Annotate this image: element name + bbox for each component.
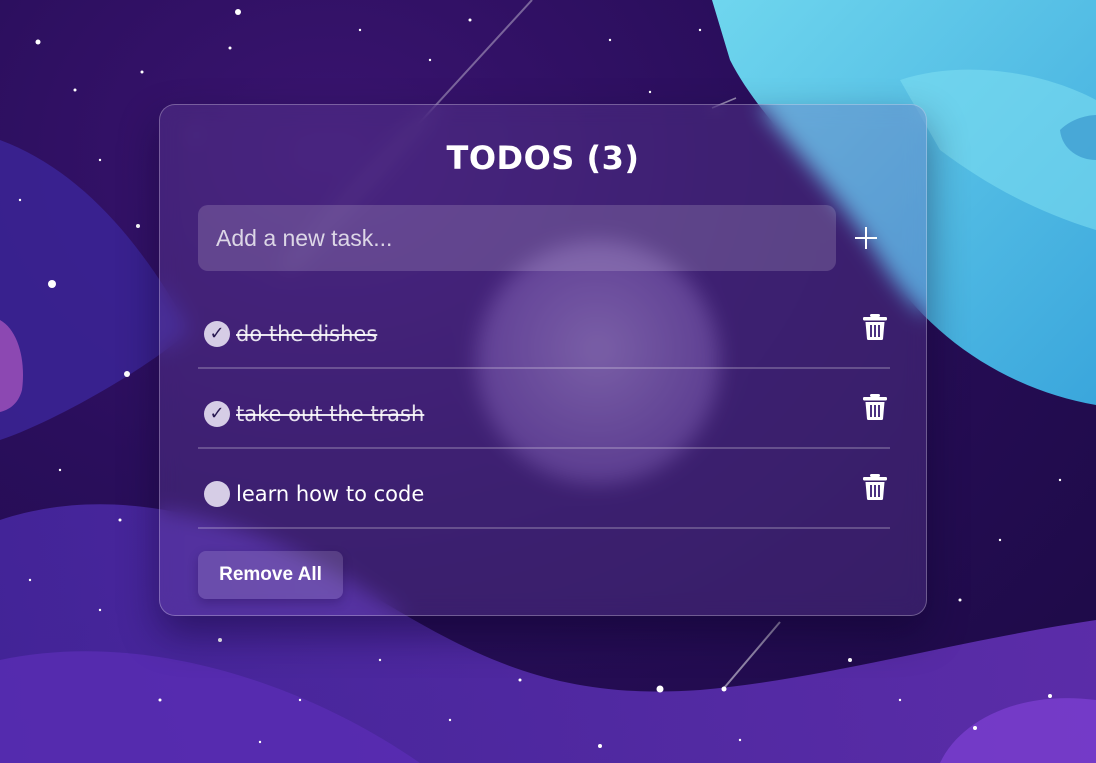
page-title: TODOS (3): [446, 139, 640, 177]
plus-icon: [855, 227, 877, 249]
trash-icon: [863, 394, 887, 420]
trash-icon: [863, 474, 887, 500]
add-task-row: [198, 205, 900, 271]
todo-item: learn how to code: [198, 449, 890, 529]
todo-label: do the dishes: [236, 322, 378, 346]
todo-checkbox[interactable]: ✓: [204, 401, 230, 427]
delete-task-button[interactable]: [862, 393, 888, 421]
remove-all-button[interactable]: Remove All: [198, 551, 343, 599]
delete-task-button[interactable]: [862, 473, 888, 501]
todo-card: TODOS (3) ✓ do the dishes: [159, 104, 927, 616]
todo-checkbox[interactable]: ✓: [204, 321, 230, 347]
delete-task-button[interactable]: [862, 313, 888, 341]
todo-label: take out the trash: [236, 402, 425, 426]
trash-icon: [863, 314, 887, 340]
todo-checkbox[interactable]: [204, 481, 230, 507]
todo-item: ✓ do the dishes: [198, 289, 890, 369]
add-task-button[interactable]: [848, 220, 884, 256]
todo-list: ✓ do the dishes ✓ take out the trash lea…: [198, 289, 890, 529]
todo-label: learn how to code: [236, 482, 425, 506]
todo-item: ✓ take out the trash: [198, 369, 890, 449]
new-task-input[interactable]: [198, 205, 836, 271]
